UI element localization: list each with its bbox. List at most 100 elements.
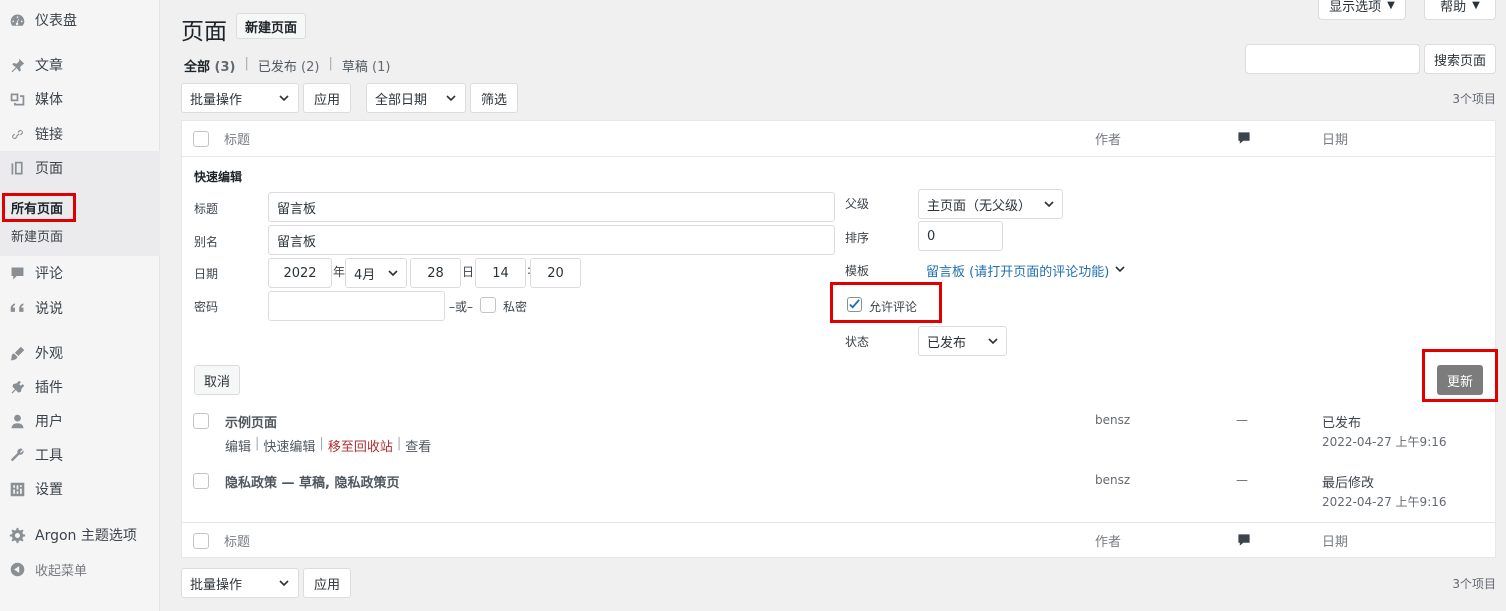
month-select[interactable]: 4月 (345, 258, 407, 288)
sidebar-item-label: 用户 (35, 414, 63, 430)
sidebar-item-posts[interactable]: 文章 (0, 53, 160, 77)
parent-select[interactable]: 主页面（无父级） (918, 189, 1063, 219)
sidebar-item-links[interactable]: 链接 (0, 122, 160, 146)
add-new-page-button[interactable]: 新建页面 (236, 13, 307, 39)
order-input[interactable]: 0 (918, 221, 1003, 251)
status-select[interactable]: 已发布 (918, 326, 1007, 356)
sidebar-item-plugins[interactable]: 插件 (0, 375, 160, 399)
action-separator: | (396, 436, 402, 451)
filter-button[interactable]: 筛选 (470, 83, 518, 113)
column-date[interactable]: 日期 (1322, 129, 1348, 148)
column-author: 作者 (1095, 535, 1122, 550)
row-author[interactable]: bensz (1095, 413, 1130, 427)
filter-separator: | (328, 56, 333, 71)
quick-edit-link[interactable]: 快速编辑 (263, 436, 315, 455)
year-input[interactable]: 2022 (268, 258, 332, 288)
sidebar-item-dashboard[interactable]: 仪表盘 (0, 8, 160, 32)
date-filter-select[interactable]: 全部日期 (366, 83, 466, 113)
collapse-menu-button[interactable]: 收起菜单 (0, 557, 160, 581)
column-title[interactable]: 标题 (224, 531, 250, 550)
wrench-icon (8, 446, 26, 464)
select-all-checkbox[interactable] (193, 131, 209, 147)
sidebar-item-comments[interactable]: 评论 (0, 261, 160, 285)
title-input[interactable]: 留言板 (268, 192, 835, 222)
row-actions: 编辑 | 快速编辑 | 移至回收站 | 查看 (225, 436, 431, 455)
submenu-all-pages[interactable]: 所有页面 (11, 198, 63, 217)
link-icon (8, 125, 26, 143)
bulk-actions-select[interactable]: 批量操作 (181, 83, 299, 113)
sidebar-item-label: 评论 (35, 266, 63, 282)
row-checkbox[interactable] (193, 413, 209, 429)
comments-column-icon[interactable] (1237, 533, 1251, 551)
private-label: 私密 (503, 300, 528, 314)
help-button[interactable]: 帮助 ▼ (1424, 0, 1496, 20)
filter-count: (2) (301, 60, 320, 75)
allow-comments-checkbox[interactable] (847, 297, 862, 312)
collapse-icon (8, 560, 26, 578)
filter-drafts[interactable]: 草稿 (1) (342, 56, 391, 75)
select-all-checkbox[interactable] (193, 533, 209, 549)
sidebar-item-appearance[interactable]: 外观 (0, 341, 160, 365)
sidebar-item-media[interactable]: 媒体 (0, 87, 160, 111)
date-label: 日期 (194, 267, 219, 281)
row-comments: — (1236, 473, 1248, 487)
apply-button[interactable]: 应用 (303, 83, 351, 113)
sidebar-item-users[interactable]: 用户 (0, 409, 160, 433)
bulk-actions-select-bottom[interactable]: 批量操作 (181, 568, 299, 598)
screen-options-button[interactable]: 显示选项 ▼ (1318, 0, 1406, 20)
view-link[interactable]: 查看 (405, 436, 431, 455)
row-title[interactable]: 隐私政策 — 草稿, 隐私政策页 (225, 472, 400, 491)
caret-down-icon: ▼ (1472, 0, 1480, 11)
update-button[interactable]: 更新 (1437, 365, 1483, 395)
filter-published[interactable]: 已发布 (2) (258, 56, 320, 75)
submenu-add-new-page[interactable]: 新建页面 (11, 226, 63, 245)
chevron-down-icon (278, 92, 290, 104)
table-header: 标题 作者 日期 (182, 121, 1495, 157)
template-select[interactable]: 留言板 (请打开页面的评论功能) (926, 261, 1126, 280)
help-label: 帮助 (1440, 0, 1467, 15)
search-input[interactable] (1245, 44, 1420, 74)
row-date: 2022-04-27 上午9:16 (1322, 435, 1447, 449)
row-author[interactable]: bensz (1095, 473, 1130, 487)
search-pages-button[interactable]: 搜索页面 (1424, 44, 1496, 74)
bulk-actions-value: 批量操作 (190, 92, 243, 108)
settings-icon (8, 480, 26, 498)
sidebar-item-pages[interactable]: 页面 (0, 151, 160, 185)
day-input[interactable]: 28 (410, 258, 461, 288)
private-checkbox[interactable] (480, 297, 496, 313)
apply-button-bottom[interactable]: 应用 (303, 568, 351, 598)
main-content: 显示选项 ▼ 帮助 ▼ 页面 新建页面 全部 (3) | 已发布 (2) | 草稿 … (160, 0, 1506, 611)
minute-input[interactable]: 20 (530, 258, 581, 288)
day-suffix: 日 (462, 265, 475, 279)
sidebar-item-tools[interactable]: 工具 (0, 443, 160, 467)
chevron-down-icon (387, 267, 399, 283)
screen-options-label: 显示选项 (1329, 0, 1382, 15)
sidebar-item-label: 仪表盘 (35, 13, 77, 29)
item-count-bottom: 3个项目 (1452, 577, 1496, 591)
sidebar-item-label: 链接 (35, 127, 63, 143)
edit-link[interactable]: 编辑 (225, 436, 251, 455)
hour-input[interactable]: 14 (475, 258, 526, 288)
action-separator: | (255, 436, 260, 451)
column-title[interactable]: 标题 (224, 129, 250, 148)
allow-comments-label: 允许评论 (869, 300, 918, 314)
column-date[interactable]: 日期 (1322, 531, 1348, 550)
comments-column-icon[interactable] (1237, 131, 1251, 149)
comment-icon (8, 264, 26, 282)
cancel-button[interactable]: 取消 (194, 365, 240, 395)
sidebar-item-moments[interactable]: 说说 (0, 296, 160, 320)
sidebar-item-argon-options[interactable]: Argon 主题选项 (0, 523, 160, 547)
slug-input[interactable]: 留言板 (268, 225, 835, 255)
row-checkbox[interactable] (193, 473, 209, 489)
chevron-down-icon (445, 92, 457, 104)
sidebar-item-settings[interactable]: 设置 (0, 477, 160, 501)
row-title[interactable]: 示例页面 (225, 412, 277, 431)
chevron-down-icon (1114, 263, 1126, 279)
sidebar-item-label: Argon 主题选项 (35, 528, 137, 544)
password-input[interactable] (268, 291, 445, 321)
filter-all[interactable]: 全部 (3) (184, 56, 235, 75)
status-filters: 全部 (3) | 已发布 (2) | 草稿 (1) (184, 56, 390, 75)
action-separator: | (319, 436, 324, 451)
trash-link[interactable]: 移至回收站 (328, 436, 393, 455)
plugin-icon (8, 378, 26, 396)
